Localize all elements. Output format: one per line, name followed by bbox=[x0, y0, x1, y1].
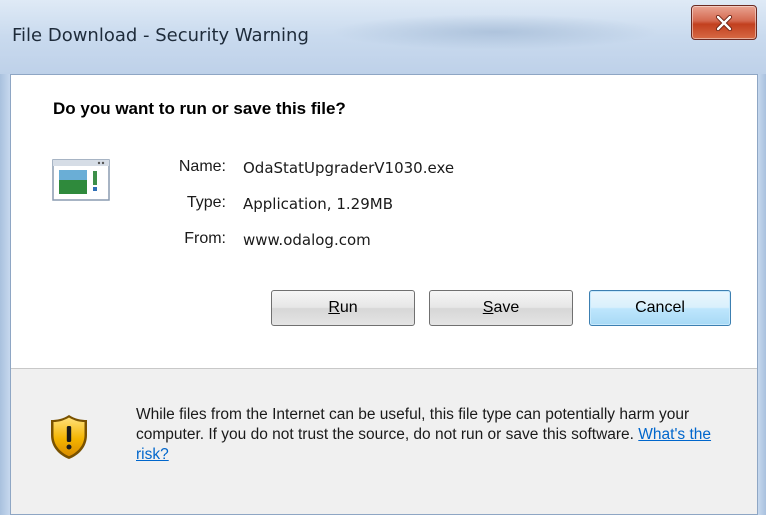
warning-message: While files from the Internet can be use… bbox=[136, 405, 746, 465]
from-label: From: bbox=[184, 230, 226, 247]
close-icon bbox=[715, 14, 733, 31]
close-button[interactable] bbox=[691, 5, 757, 40]
warning-text: While files from the Internet can be use… bbox=[136, 406, 690, 443]
save-button[interactable]: Save bbox=[429, 290, 573, 326]
file-name: OdaStatUpgraderV1030.exe bbox=[243, 159, 455, 177]
dialog-question: Do you want to run or save this file? bbox=[53, 99, 346, 118]
dialog-window: File Download - Security Warning Do you … bbox=[0, 0, 766, 515]
file-source: www.odalog.com bbox=[243, 231, 371, 249]
name-label: Name: bbox=[178, 158, 226, 175]
window-title: File Download - Security Warning bbox=[12, 25, 309, 46]
dialog-content: Do you want to run or save this file? Na… bbox=[11, 75, 757, 368]
warning-footer: While files from the Internet can be use… bbox=[11, 369, 757, 514]
type-label: Type: bbox=[186, 194, 226, 211]
run-button-label: un bbox=[339, 299, 358, 316]
cancel-button-label: Cancel bbox=[635, 299, 685, 316]
run-button-mnemonic: R bbox=[328, 299, 340, 316]
title-bar[interactable]: File Download - Security Warning bbox=[0, 0, 766, 74]
security-shield-icon bbox=[51, 415, 87, 459]
dialog-client-area: Do you want to run or save this file? Na… bbox=[10, 74, 758, 515]
application-file-icon bbox=[52, 159, 110, 201]
run-button[interactable]: Run bbox=[271, 290, 415, 326]
save-button-label: ave bbox=[493, 299, 520, 316]
file-type: Application, 1.29MB bbox=[243, 195, 393, 213]
window-frame-left bbox=[0, 0, 10, 515]
save-button-mnemonic: S bbox=[482, 299, 494, 316]
window-frame-right bbox=[758, 0, 766, 515]
cancel-button[interactable]: Cancel bbox=[589, 290, 731, 326]
